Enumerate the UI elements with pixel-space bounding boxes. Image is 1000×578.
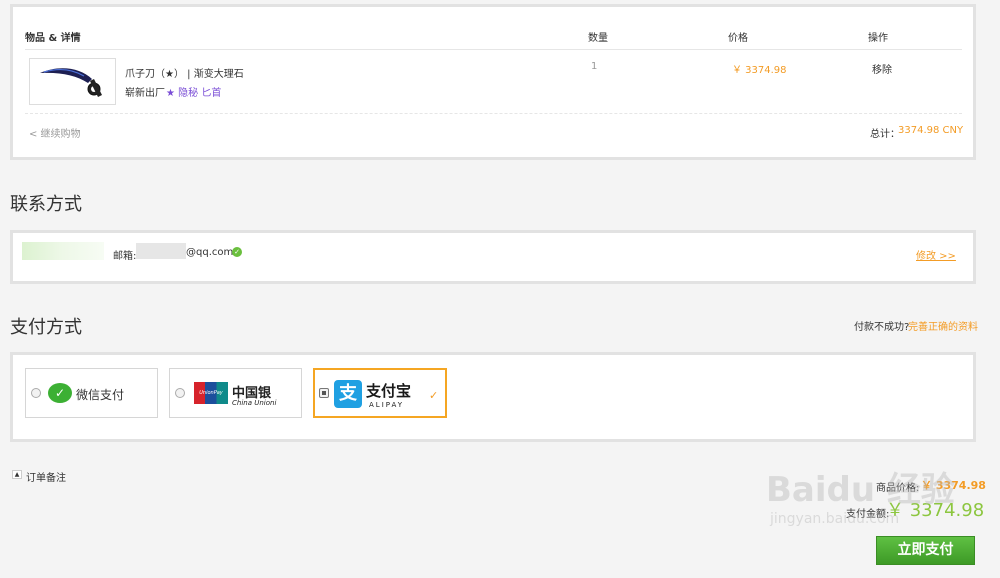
unionpay-radio[interactable]: [175, 388, 185, 398]
order-note-toggle-icon[interactable]: ▲: [12, 470, 22, 479]
header-item: 物品 & 详情: [25, 33, 81, 44]
redacted-email: [136, 243, 186, 259]
header-action: 操作: [868, 33, 888, 44]
selected-check-icon: ✓: [429, 389, 439, 402]
baidu-watermark: Baidu 经验 jingyan.baidu.com: [766, 462, 955, 527]
redacted-name: [22, 242, 104, 260]
wechat-radio[interactable]: [31, 388, 41, 398]
email-suffix: @qq.com: [186, 247, 234, 258]
total-value: 3374.98 CNY: [898, 125, 964, 136]
contact-title: 联系方式: [10, 194, 82, 215]
cart-panel: [10, 4, 976, 160]
payment-fail-text: 付款不成功?: [854, 322, 910, 333]
product-tags: ★ 隐秘 匕首: [166, 88, 222, 99]
unionpay-label-en: China Unioni: [232, 399, 277, 407]
pay-option-alipay[interactable]: 支 支付宝 ALIPAY ✓: [313, 368, 447, 418]
order-note-label[interactable]: 订单备注: [26, 469, 66, 484]
unionpay-logo-icon: UnionPay: [194, 382, 228, 404]
verified-check-icon: ✓: [232, 247, 242, 257]
item-divider: [25, 113, 962, 114]
alipay-radio[interactable]: [319, 388, 329, 398]
pay-option-unionpay[interactable]: UnionPay 中国银 China Unioni: [169, 368, 302, 418]
product-thumbnail[interactable]: [29, 58, 116, 105]
product-qty: 1: [591, 61, 598, 72]
header-price: 价格: [728, 33, 748, 44]
pay-option-wechat[interactable]: ✓ 微信支付: [25, 368, 158, 418]
wechat-label: 微信支付: [76, 388, 125, 402]
header-qty: 数量: [588, 33, 608, 44]
remove-button[interactable]: 移除: [872, 61, 892, 76]
header-divider: [25, 49, 962, 50]
email-label: 邮箱:: [113, 251, 137, 262]
watermark-url: jingyan.baidu.com: [770, 511, 900, 527]
alipay-label-cn: 支付宝: [366, 382, 412, 400]
payment-title: 支付方式: [10, 317, 82, 338]
karambit-knife-icon: [40, 68, 102, 97]
continue-shopping-link[interactable]: < 继续购物: [29, 125, 81, 140]
watermark-logo-text: Baidu 经验: [766, 470, 955, 510]
pay-now-button[interactable]: 立即支付: [876, 536, 975, 565]
product-condition: 崭新出厂: [125, 88, 165, 99]
alipay-label-en: ALIPAY: [369, 401, 405, 409]
product-name[interactable]: 爪子刀（★） | 渐变大理石: [125, 65, 244, 80]
total-label: 总计：: [870, 129, 900, 140]
edit-contact-link[interactable]: 修改 >>: [916, 247, 956, 262]
alipay-logo-icon: 支: [334, 380, 362, 408]
payment-fail-link[interactable]: 完善正确的资料: [908, 318, 978, 333]
product-price: ￥ 3374.98: [732, 65, 787, 76]
wechat-icon: ✓: [48, 383, 72, 403]
